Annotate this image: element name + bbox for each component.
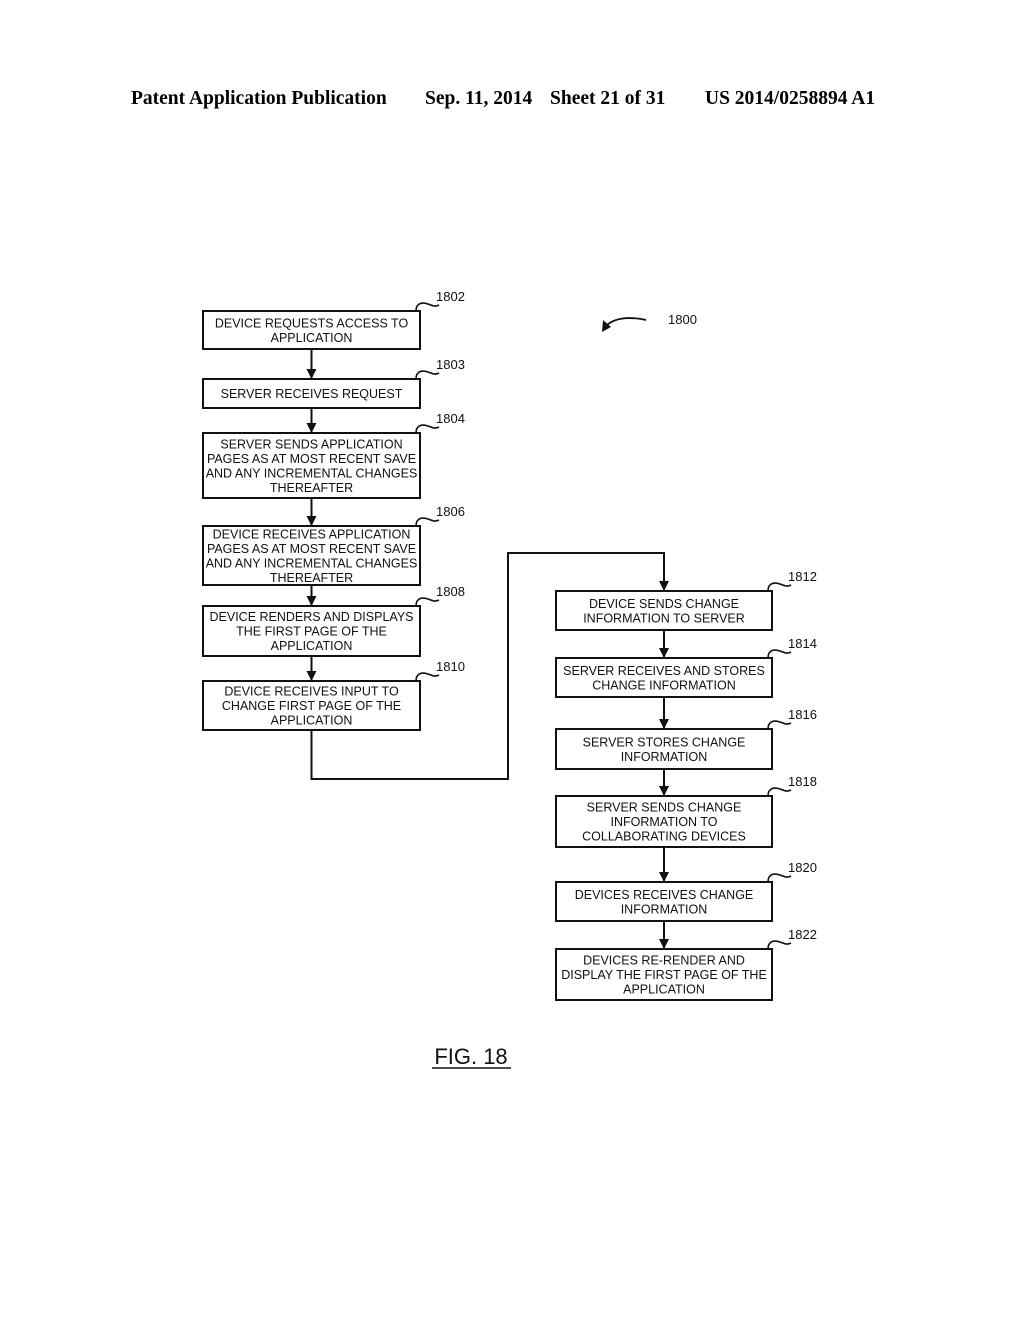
step-1814: SERVER RECEIVES AND STORESCHANGE INFORMA… <box>555 636 817 698</box>
leader-squiggle <box>415 517 440 527</box>
step-text-line: DEVICE REQUESTS ACCESS TO <box>215 316 409 330</box>
step-text-line: DEVICES RE-RENDER AND <box>583 954 745 968</box>
leader-squiggle <box>415 370 440 380</box>
step-1803: SERVER RECEIVES REQUEST 1803 <box>202 357 465 409</box>
leader-squiggle <box>767 940 792 950</box>
step-text-line: DISPLAY THE FIRST PAGE OF THE <box>561 968 767 982</box>
step-ref-number: 1802 <box>436 289 465 304</box>
step-text-line: AND ANY INCREMENTAL CHANGES <box>206 556 418 570</box>
step-ref-number: 1804 <box>436 411 465 426</box>
step-ref-number: 1806 <box>436 504 465 519</box>
step-text-line: PAGES AS AT MOST RECENT SAVE <box>207 452 416 466</box>
step-1810: DEVICE RECEIVES INPUT TOCHANGE FIRST PAG… <box>202 659 465 731</box>
step-1802: DEVICE REQUESTS ACCESS TOAPPLICATION 1802 <box>202 289 465 350</box>
step-1820: DEVICES RECEIVES CHANGEINFORMATION 1820 <box>555 860 817 922</box>
step-text-line: DEVICES RECEIVES CHANGE <box>575 888 754 902</box>
step-text-line: THE FIRST PAGE OF THE <box>236 625 387 639</box>
step-text-line: CHANGE FIRST PAGE OF THE <box>222 699 401 713</box>
step-text-line: AND ANY INCREMENTAL CHANGES <box>206 466 418 480</box>
step-text-line: APPLICATION <box>271 639 353 653</box>
step-text-line: APPLICATION <box>271 331 353 345</box>
step-1812: DEVICE SENDS CHANGEINFORMATION TO SERVER… <box>555 569 817 631</box>
step-text-line: SERVER SENDS APPLICATION <box>220 437 402 451</box>
step-text-line: APPLICATION <box>271 714 353 728</box>
step-ref-number: 1810 <box>436 659 465 674</box>
leader-squiggle <box>767 873 792 883</box>
step-text-line: SERVER RECEIVES AND STORES <box>563 664 765 678</box>
step-1822: DEVICES RE-RENDER ANDDISPLAY THE FIRST P… <box>555 927 817 1001</box>
flowchart: DEVICE REQUESTS ACCESS TOAPPLICATION1802… <box>202 289 817 1069</box>
leader-squiggle <box>415 424 440 434</box>
step-text-line: INFORMATION <box>621 902 708 916</box>
step-1806: DEVICE RECEIVES APPLICATIONPAGES AS AT M… <box>202 504 465 586</box>
step-text-line: DEVICE SENDS CHANGE <box>589 597 739 611</box>
step-text-line: PAGES AS AT MOST RECENT SAVE <box>207 542 416 556</box>
step-text-line: APPLICATION <box>623 983 705 997</box>
step-text-line: DEVICE RECEIVES INPUT TO <box>224 685 399 699</box>
figure-label: FIG. 18 <box>434 1044 507 1069</box>
step-text-line: SERVER RECEIVES REQUEST <box>221 387 403 401</box>
step-text-line: COLLABORATING DEVICES <box>582 830 746 844</box>
step-ref-number: 1814 <box>788 636 817 651</box>
step-text-line: SERVER STORES CHANGE <box>583 735 746 749</box>
leader-squiggle <box>415 302 440 312</box>
leader-squiggle <box>767 720 792 730</box>
step-text-line: CHANGE INFORMATION <box>592 678 736 692</box>
leader-squiggle <box>767 582 792 592</box>
figure-ref-number: 1800 <box>668 312 697 327</box>
step-text-line: DEVICE RECEIVES APPLICATION <box>213 527 411 541</box>
step-text-line: INFORMATION TO SERVER <box>583 611 745 625</box>
step-1818: SERVER SENDS CHANGEINFORMATION TOCOLLABO… <box>555 774 817 848</box>
step-text-line: SERVER SENDS CHANGE <box>587 801 742 815</box>
step-ref-number: 1808 <box>436 584 465 599</box>
step-ref-number: 1816 <box>788 707 817 722</box>
step-1816: SERVER STORES CHANGEINFORMATION 1816 <box>555 707 817 770</box>
step-ref-number: 1812 <box>788 569 817 584</box>
step-text-line: THEREAFTER <box>270 571 353 585</box>
leader-squiggle <box>767 787 792 797</box>
step-1804: SERVER SENDS APPLICATIONPAGES AS AT MOST… <box>202 411 465 499</box>
figure-ref-arrowhead <box>602 320 611 332</box>
step-text-line: THEREAFTER <box>270 481 353 495</box>
step-text-line: INFORMATION TO <box>611 815 718 829</box>
step-text-line: INFORMATION <box>621 750 708 764</box>
leader-squiggle <box>767 649 792 659</box>
step-1808: DEVICE RENDERS AND DISPLAYSTHE FIRST PAG… <box>202 584 465 657</box>
step-ref-number: 1803 <box>436 357 465 372</box>
step-text-line: DEVICE RENDERS AND DISPLAYS <box>210 610 414 624</box>
step-ref-number: 1822 <box>788 927 817 942</box>
step-ref-number: 1820 <box>788 860 817 875</box>
leader-squiggle <box>415 672 440 682</box>
step-ref-number: 1818 <box>788 774 817 789</box>
leader-squiggle <box>415 597 440 607</box>
